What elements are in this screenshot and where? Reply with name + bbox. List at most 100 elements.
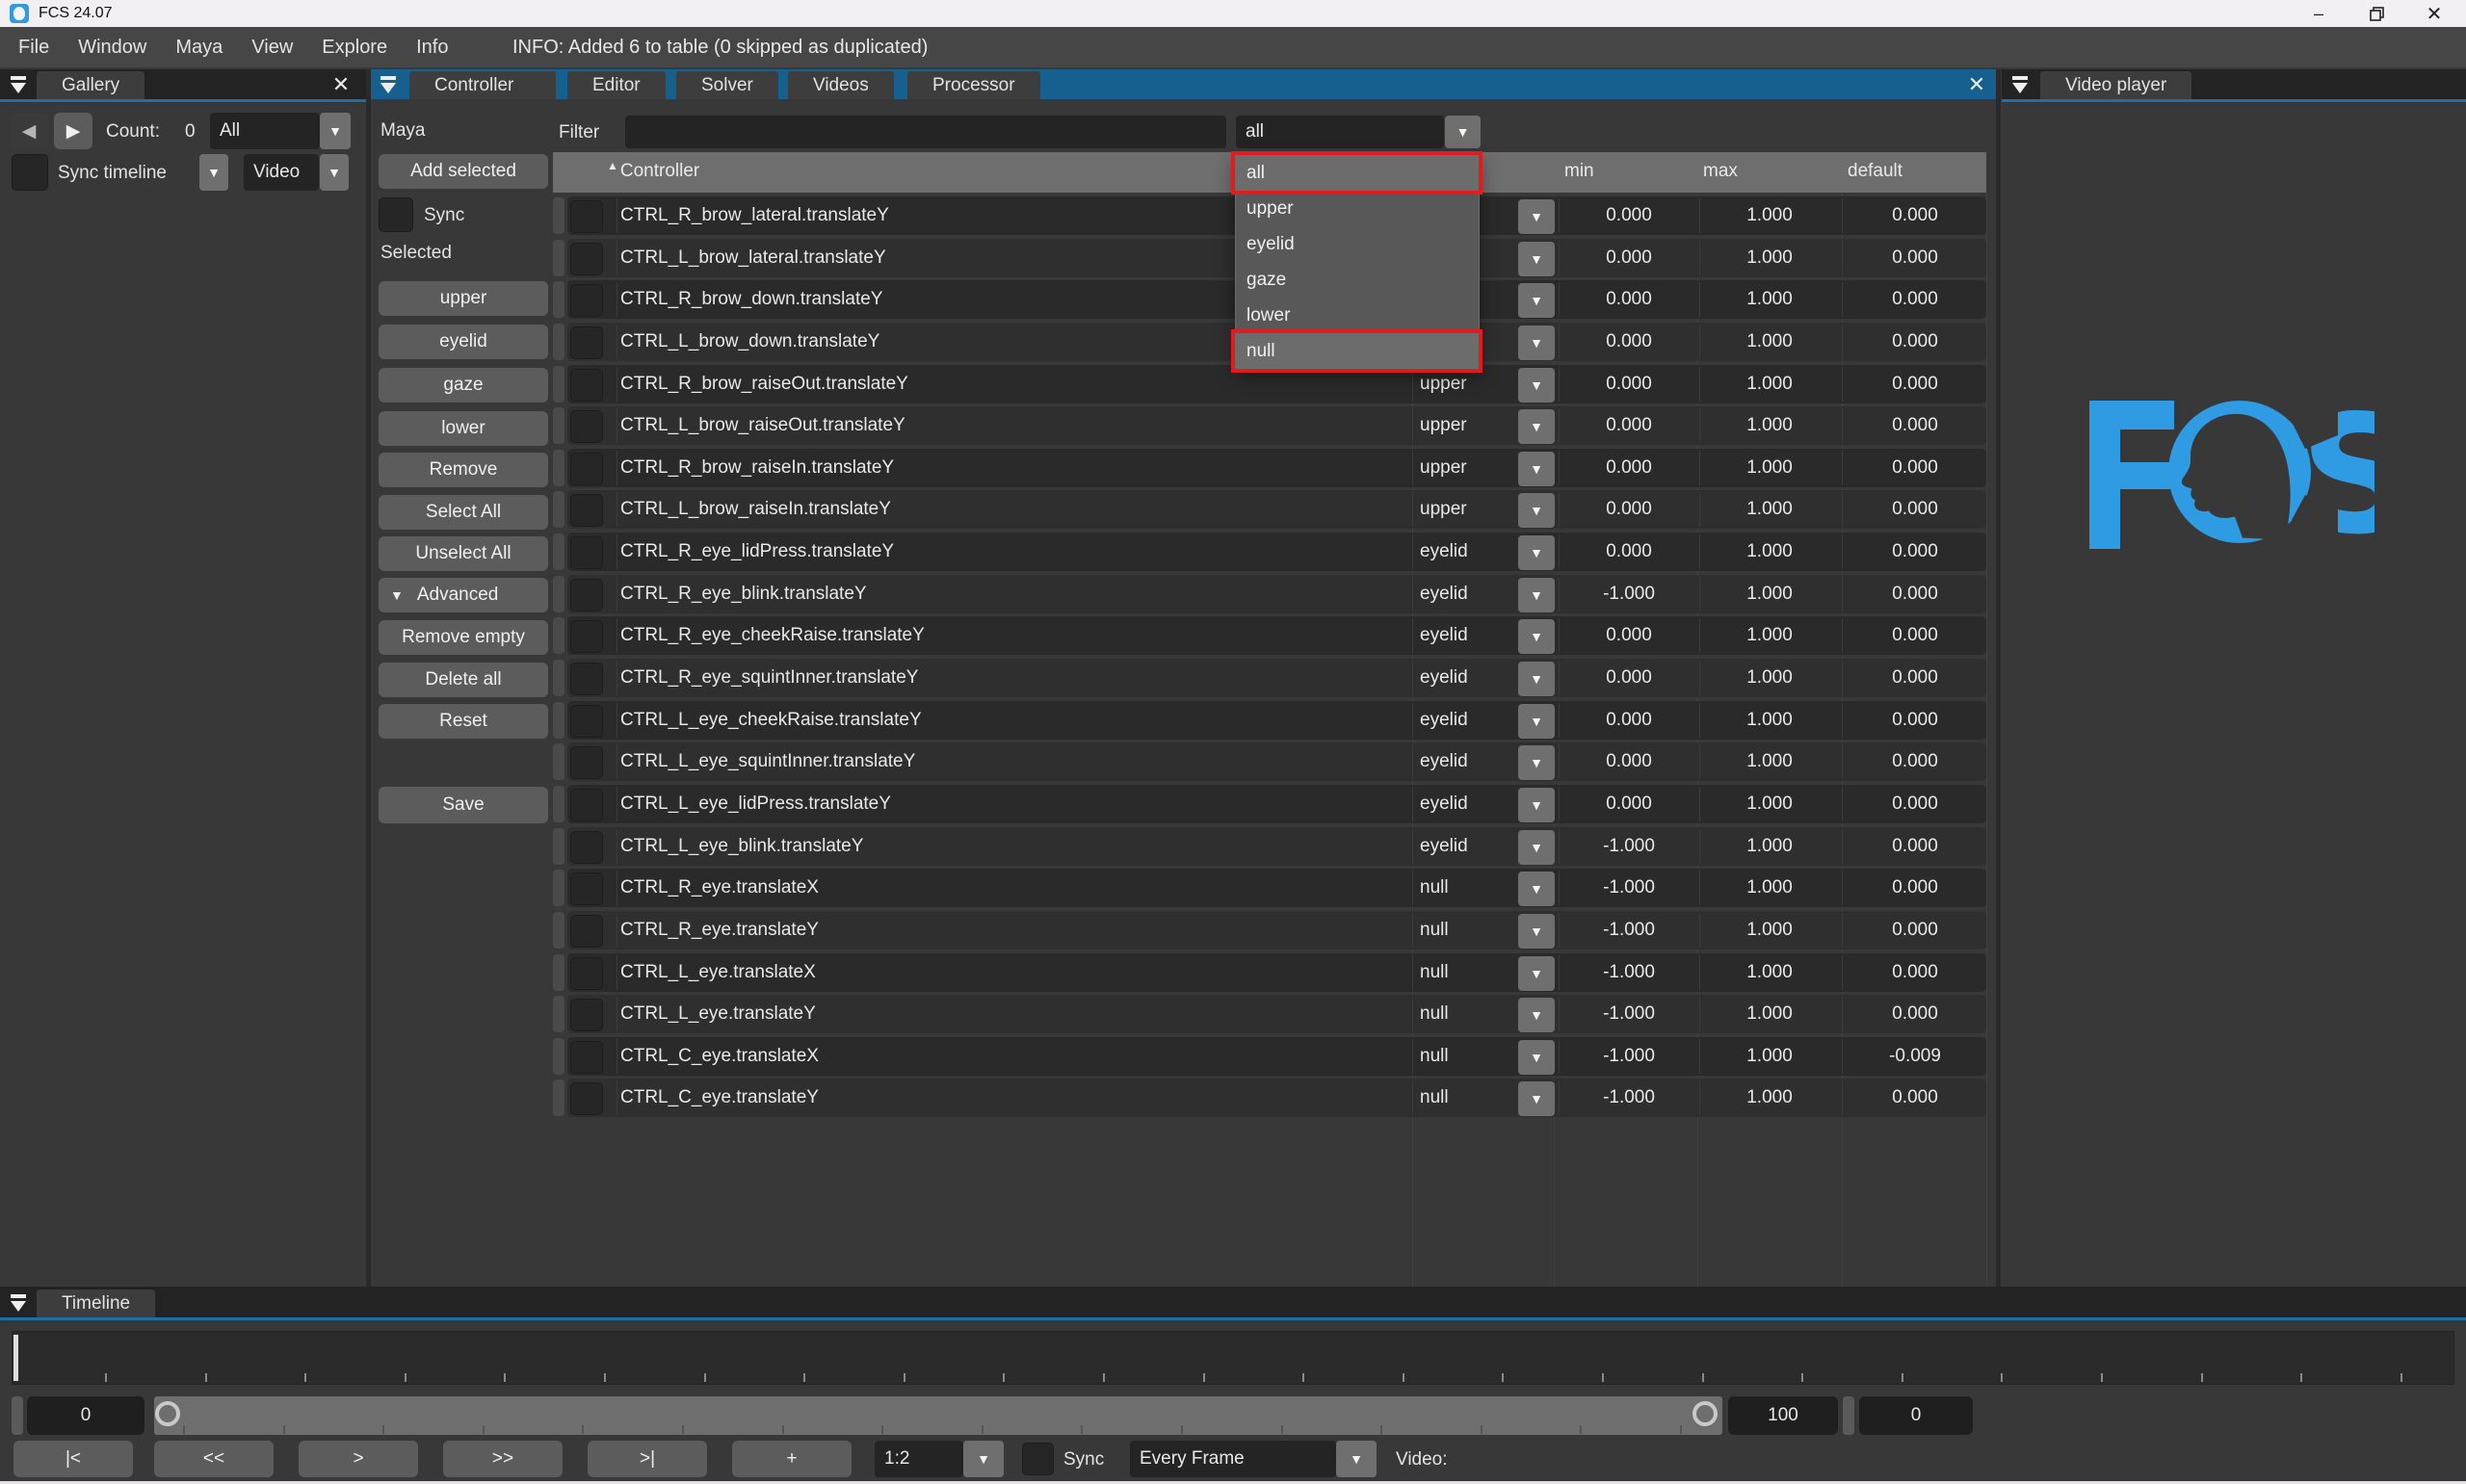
row-header-handle[interactable]: [553, 534, 564, 570]
table-row[interactable]: CTRL_L_eye_cheekRaise.translateYeyelid▼0…: [553, 701, 1986, 742]
row-max-value[interactable]: 1.000: [1699, 196, 1840, 235]
row-header-handle[interactable]: [553, 786, 564, 822]
go-to-start-button[interactable]: |<: [13, 1441, 133, 1477]
row-min-value[interactable]: 0.000: [1561, 239, 1697, 277]
table-row[interactable]: CTRL_L_eye_lidPress.translateYeyelid▼0.0…: [553, 785, 1986, 825]
row-header-handle[interactable]: [553, 324, 564, 360]
row-default-value[interactable]: 0.000: [1844, 1079, 1986, 1117]
row-min-value[interactable]: -1.000: [1561, 575, 1697, 613]
row-default-value[interactable]: 0.000: [1844, 533, 1986, 571]
table-row[interactable]: CTRL_R_brow_raiseOut.translateYupper▼0.0…: [553, 365, 1986, 405]
row-min-value[interactable]: 0.000: [1561, 406, 1697, 445]
row-header-handle[interactable]: [553, 240, 564, 276]
tab-solver[interactable]: Solver: [676, 71, 778, 99]
row-max-value[interactable]: 1.000: [1699, 827, 1840, 866]
row-category-dropdown-button[interactable]: ▼: [1518, 493, 1555, 528]
rate-dropdown-button[interactable]: ▼: [963, 1441, 1004, 1477]
dropdown-item-lower[interactable]: lower: [1236, 298, 1479, 333]
row-checkbox[interactable]: [570, 284, 603, 317]
row-checkbox[interactable]: [570, 494, 603, 527]
step-forward-button[interactable]: >>: [443, 1441, 563, 1477]
row-header-handle[interactable]: [553, 743, 564, 780]
gallery-close-icon[interactable]: ✕: [328, 71, 354, 98]
table-row[interactable]: CTRL_R_eye_lidPress.translateYeyelid▼0.0…: [553, 533, 1986, 573]
row-min-value[interactable]: 0.000: [1561, 449, 1697, 487]
gallery-video-select[interactable]: Video: [244, 154, 319, 191]
row-checkbox[interactable]: [570, 663, 603, 695]
playback-mode-select[interactable]: Every Frame: [1130, 1441, 1336, 1477]
row-default-value[interactable]: 0.000: [1844, 659, 1986, 697]
row-checkbox[interactable]: [570, 789, 603, 821]
row-max-value[interactable]: 1.000: [1699, 659, 1840, 697]
row-category-dropdown-button[interactable]: ▼: [1518, 956, 1555, 991]
menu-file[interactable]: File: [18, 37, 49, 59]
row-default-value[interactable]: 0.000: [1844, 869, 1986, 907]
panel-menu-icon[interactable]: [376, 73, 401, 96]
dropdown-item-upper[interactable]: upper: [1236, 191, 1479, 226]
column-header-min[interactable]: min: [1564, 152, 1594, 191]
row-max-value[interactable]: 1.000: [1699, 280, 1840, 319]
row-min-value[interactable]: 0.000: [1561, 701, 1697, 740]
panel-menu-icon[interactable]: [6, 1291, 31, 1315]
row-min-value[interactable]: 0.000: [1561, 785, 1697, 823]
row-max-value[interactable]: 1.000: [1699, 239, 1840, 277]
row-min-value[interactable]: -1.000: [1561, 953, 1697, 992]
row-checkbox[interactable]: [570, 746, 603, 779]
table-row[interactable]: CTRL_R_eye.translateXnull▼-1.0001.0000.0…: [553, 869, 1986, 909]
menu-explore[interactable]: Explore: [322, 37, 387, 59]
gallery-video-dropdown-button[interactable]: ▼: [320, 154, 349, 191]
row-category-dropdown-button[interactable]: ▼: [1518, 368, 1555, 403]
range-start-input[interactable]: 0: [27, 1396, 144, 1435]
sync-timeline-checkbox[interactable]: [12, 154, 48, 191]
row-min-value[interactable]: -1.000: [1561, 1079, 1697, 1117]
table-row[interactable]: CTRL_C_eye.translateYnull▼-1.0001.0000.0…: [553, 1079, 1986, 1119]
table-row[interactable]: CTRL_R_eye.translateYnull▼-1.0001.0000.0…: [553, 911, 1986, 951]
row-max-value[interactable]: 1.000: [1699, 575, 1840, 613]
row-default-value[interactable]: 0.000: [1844, 365, 1986, 404]
menu-view[interactable]: View: [251, 37, 293, 59]
row-default-value[interactable]: 0.000: [1844, 575, 1986, 613]
row-default-value[interactable]: 0.000: [1844, 827, 1986, 866]
row-default-value[interactable]: 0.000: [1844, 953, 1986, 992]
row-category-dropdown-button[interactable]: ▼: [1518, 745, 1555, 780]
range-end-handle[interactable]: [1843, 1396, 1854, 1435]
row-min-value[interactable]: -1.000: [1561, 911, 1697, 950]
table-row[interactable]: CTRL_L_eye_squintInner.translateYeyelid▼…: [553, 742, 1986, 783]
row-header-handle[interactable]: [553, 366, 564, 403]
dropdown-item-null[interactable]: null: [1236, 333, 1479, 369]
row-max-value[interactable]: 1.000: [1699, 490, 1840, 529]
row-checkbox[interactable]: [570, 831, 603, 864]
row-category-dropdown-button[interactable]: ▼: [1518, 619, 1555, 654]
table-row[interactable]: CTRL_L_eye_blink.translateYeyelid▼-1.000…: [553, 827, 1986, 868]
row-category-dropdown-button[interactable]: ▼: [1518, 283, 1555, 318]
row-max-value[interactable]: 1.000: [1699, 365, 1840, 404]
category-filter-dropdown-button[interactable]: ▼: [1445, 116, 1481, 148]
filter-input[interactable]: [625, 116, 1226, 148]
sync-timeline-dropdown-button[interactable]: ▼: [199, 154, 228, 191]
rate-select[interactable]: 1:2: [875, 1441, 963, 1477]
row-min-value[interactable]: 0.000: [1561, 742, 1697, 781]
range-start-handle[interactable]: [12, 1396, 23, 1435]
row-category-dropdown-button[interactable]: ▼: [1518, 830, 1555, 865]
row-category-dropdown-button[interactable]: ▼: [1518, 872, 1555, 906]
row-min-value[interactable]: -1.000: [1561, 869, 1697, 907]
row-min-value[interactable]: -1.000: [1561, 1037, 1697, 1076]
row-min-value[interactable]: 0.000: [1561, 196, 1697, 235]
play-button[interactable]: >: [299, 1441, 418, 1477]
row-max-value[interactable]: 1.000: [1699, 1037, 1840, 1076]
row-checkbox[interactable]: [570, 579, 603, 612]
row-header-handle[interactable]: [553, 660, 564, 696]
row-category-dropdown-button[interactable]: ▼: [1518, 788, 1555, 822]
tab-timeline[interactable]: Timeline: [37, 1289, 155, 1317]
slider-handle-left[interactable]: [155, 1401, 180, 1426]
gallery-prev-button[interactable]: ◀: [10, 113, 48, 149]
table-row[interactable]: CTRL_R_brow_raiseIn.translateYupper▼0.00…: [553, 449, 1986, 489]
row-default-value[interactable]: 0.000: [1844, 785, 1986, 823]
row-header-handle[interactable]: [553, 912, 564, 949]
row-max-value[interactable]: 1.000: [1699, 323, 1840, 361]
row-checkbox[interactable]: [570, 999, 603, 1031]
row-default-value[interactable]: 0.000: [1844, 742, 1986, 781]
table-row[interactable]: CTRL_R_eye_squintInner.translateYeyelid▼…: [553, 659, 1986, 699]
go-to-end-button[interactable]: >|: [588, 1441, 707, 1477]
row-min-value[interactable]: 0.000: [1561, 490, 1697, 529]
